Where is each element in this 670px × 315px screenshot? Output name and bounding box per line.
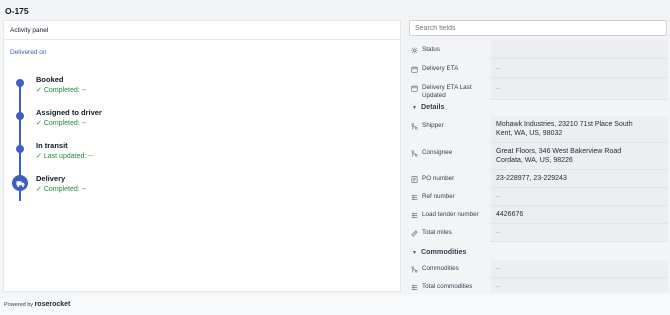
timeline-step-delivery: Delivery ✓ Completed: -- [36, 174, 86, 193]
step-status: ✓ Last updated: -- [36, 153, 93, 160]
caret-down-icon: ▼ [412, 105, 417, 111]
timeline-step-in-transit: In transit ✓ Last updated: -- [36, 141, 93, 160]
shipper-value[interactable]: Mohawk Industries, 23210 71st Place Sout… [490, 116, 668, 143]
brand-logo[interactable]: roserocket [35, 301, 71, 308]
step-status: ✓ Completed: -- [36, 120, 87, 127]
route-icon [411, 123, 418, 130]
search-input[interactable] [409, 20, 667, 36]
consignee-value[interactable]: Great Floors, 346 West Bakerview Road Co… [490, 143, 668, 170]
ruler-icon [411, 230, 418, 237]
step-name: Assigned to driver [36, 108, 102, 117]
field-label: Delivery ETA [422, 65, 459, 72]
delivery-eta-value[interactable]: -- [490, 59, 668, 78]
step-status: ✓ Completed: -- [36, 87, 87, 94]
section-details[interactable]: ▼ Details [412, 102, 445, 111]
list-icon [411, 212, 418, 219]
caret-down-icon: ▼ [412, 250, 417, 256]
status-value[interactable] [490, 40, 668, 59]
timeline-step-assigned: Assigned to driver ✓ Completed: -- [36, 108, 102, 127]
footer: Powered by roserocket [0, 294, 670, 315]
total-commodities-value[interactable]: -- [490, 278, 668, 292]
truck-icon [12, 175, 28, 191]
field-label: Consignee [422, 149, 453, 156]
total-miles-value[interactable]: -- [490, 224, 668, 242]
field-label: Shipper [422, 122, 444, 129]
delivered-on-label: Delivered on [10, 49, 47, 56]
activity-panel-header: Activity panel [4, 21, 400, 40]
load-tender-number-value[interactable]: 4426676 [490, 206, 668, 224]
check-icon: ✓ [36, 120, 42, 127]
field-label: Total commodities [422, 283, 473, 290]
field-label: Delivery ETA Last Updated [422, 84, 472, 99]
delivery-eta-last-updated-value[interactable]: -- [490, 78, 668, 100]
fields-panel: Status Delivery ETA -- Delivery ETA Last… [406, 20, 668, 292]
step-name: Delivery [36, 174, 66, 183]
field-label: PO number [422, 175, 455, 182]
commodities-value[interactable]: -- [490, 260, 668, 278]
powered-by: Powered by roserocket [4, 301, 71, 308]
field-label: Status [422, 46, 440, 53]
route-icon [411, 266, 418, 273]
check-icon: ✓ [36, 153, 42, 160]
document-icon [411, 176, 418, 183]
list-icon [411, 194, 418, 201]
step-name: Booked [36, 75, 64, 84]
field-label: Total miles [422, 229, 452, 236]
section-commodities[interactable]: ▼ Commodities [412, 247, 466, 256]
check-icon: ✓ [36, 186, 42, 193]
field-label: Ref number [422, 193, 455, 200]
timeline-dot-assigned [16, 112, 24, 120]
sun-icon [411, 47, 418, 54]
list-icon [411, 284, 418, 291]
step-name: In transit [36, 141, 68, 150]
po-number-value[interactable]: 23-228977, 23-229243 [490, 170, 668, 188]
calendar-icon [411, 85, 418, 92]
check-icon: ✓ [36, 87, 42, 94]
calendar-icon [411, 66, 418, 73]
activity-panel: Activity panel Delivered on Booked ✓ Comp… [3, 20, 401, 292]
ref-number-value[interactable]: -- [490, 188, 668, 206]
route-icon [411, 150, 418, 157]
page-title: O-175 [5, 6, 29, 16]
timeline-dot-booked [16, 79, 24, 87]
step-status: ✓ Completed: -- [36, 186, 87, 193]
timeline-step-booked: Booked ✓ Completed: -- [36, 75, 86, 94]
field-label: Load tender number [422, 211, 479, 218]
field-label: Commodities [422, 265, 459, 272]
timeline-dot-in-transit [16, 145, 24, 153]
